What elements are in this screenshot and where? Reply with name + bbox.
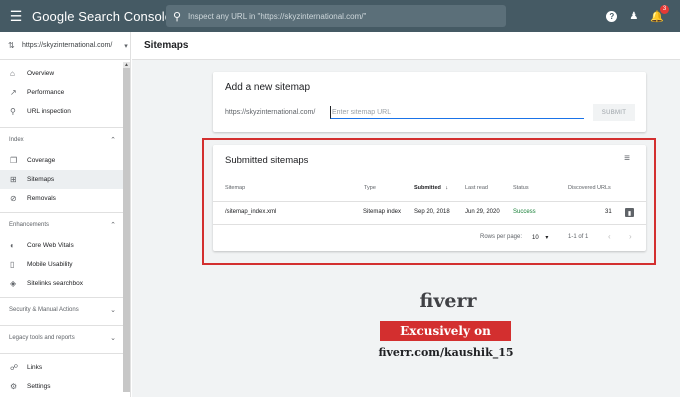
app-title[interactable]: Google Search Console <box>32 9 172 24</box>
sidebar-item-mobile-usability[interactable]: ▯ Mobile Usability <box>0 255 130 274</box>
sidebar-item-label: Performance <box>27 89 65 96</box>
sidebar-item-label: Settings <box>27 383 51 390</box>
coverage-icon: ❐ <box>10 156 18 165</box>
property-url: https://skyzinternational.com/ <box>22 42 113 49</box>
sidebar-item-core-web-vitals[interactable]: ◐ Core Web Vitals <box>0 236 130 255</box>
manage-users-icon[interactable]: ♟ <box>629 11 638 22</box>
links-icon: ☍ <box>10 363 19 372</box>
section-legacy[interactable]: Legacy tools and reports ⌄ <box>0 325 130 349</box>
sidebar-item-performance[interactable]: ↗ Performance <box>0 83 130 102</box>
section-label: Index <box>9 136 24 143</box>
add-sitemap-title: Add a new sitemap <box>225 82 311 93</box>
url-inspection-search[interactable]: ⚲ <box>166 5 506 27</box>
page-title: Sitemaps <box>132 32 680 60</box>
sidebar-scrollbar[interactable] <box>123 62 130 392</box>
sidebar-item-label: Coverage <box>27 157 56 164</box>
notification-count-badge: 3 <box>660 4 669 14</box>
sidebar-item-label: Overview <box>27 70 55 77</box>
sidebar-item-removals[interactable]: ⊘ Removals <box>0 189 130 208</box>
section-label: Enhancements <box>9 221 50 228</box>
trend-icon: ↗ <box>10 88 17 97</box>
sidebar-item-label: Links <box>27 364 43 371</box>
chevron-down-icon: ⌄ <box>110 306 116 314</box>
section-label: Security & Manual Actions <box>9 306 79 313</box>
sidebar-item-label: Sitemaps <box>27 176 55 183</box>
sidebar-item-label: URL inspection <box>27 108 71 115</box>
sidebar: ⇅ https://skyzinternational.com/ ▾ ⌂ Ove… <box>0 32 131 397</box>
sidebar-item-overview[interactable]: ⌂ Overview <box>0 64 130 83</box>
chevron-up-icon: ⌃ <box>110 221 116 229</box>
section-index[interactable]: Index ⌃ <box>0 127 130 151</box>
sidebar-item-label: Core Web Vitals <box>27 242 74 249</box>
sidebar-item-label: Sitelinks searchbox <box>27 280 83 287</box>
section-security[interactable]: Security & Manual Actions ⌄ <box>0 297 130 321</box>
chevron-down-icon: ⌄ <box>110 334 116 342</box>
sidebar-item-url-inspection[interactable]: ⚲ URL inspection <box>0 102 130 121</box>
sitemap-url-input[interactable] <box>330 106 584 119</box>
add-sitemap-card: Add a new sitemap https://skyzinternatio… <box>213 72 646 132</box>
speed-icon: ◐ <box>10 241 15 250</box>
search-input[interactable] <box>188 11 488 21</box>
sidebar-item-links[interactable]: ☍ Links <box>0 358 130 377</box>
primary-nav: ⌂ Overview ↗ Performance ⚲ URL inspectio… <box>0 60 130 121</box>
sidebar-item-label: Removals <box>27 195 56 202</box>
property-selector[interactable]: ⇅ https://skyzinternational.com/ ▾ <box>0 32 130 60</box>
chevron-up-icon: ⌃ <box>110 136 116 144</box>
sidebar-item-label: Mobile Usability <box>27 261 73 268</box>
search-icon: ⚲ <box>172 10 182 23</box>
sitemap-url-prefix: https://skyzinternational.com/ <box>225 109 316 116</box>
section-enhancements[interactable]: Enhancements ⌃ <box>0 212 130 236</box>
sidebar-item-sitemaps[interactable]: ⊞ Sitemaps <box>0 170 130 189</box>
sidebar-item-coverage[interactable]: ❐ Coverage <box>0 151 130 170</box>
settings-icon: ⚙ <box>10 382 18 391</box>
fiverr-banner: Excusively on <box>380 321 511 341</box>
highlight-annotation-box <box>202 138 656 265</box>
fiverr-profile-url: fiverr.com/kaushik_15 <box>378 346 514 359</box>
home-icon: ⌂ <box>10 69 15 78</box>
layers-icon: ◈ <box>10 279 17 288</box>
sitemap-icon: ⊞ <box>10 175 17 184</box>
top-actions: ? ♟ 🔔 3 <box>606 0 669 32</box>
section-label: Legacy tools and reports <box>9 334 75 341</box>
removals-icon: ⊘ <box>10 194 17 203</box>
notifications-bell-icon[interactable]: 🔔 3 <box>650 4 669 23</box>
hamburger-icon[interactable]: ☰ <box>0 0 32 32</box>
sidebar-item-sitelinks-searchbox[interactable]: ◈ Sitelinks searchbox <box>0 274 130 293</box>
help-icon[interactable]: ? <box>606 10 618 22</box>
sidebar-item-settings[interactable]: ⚙ Settings <box>0 377 130 396</box>
phone-icon: ▯ <box>10 260 15 269</box>
search-icon: ⚲ <box>10 107 16 116</box>
fiverr-logo: fiverr <box>419 290 477 312</box>
submit-button[interactable]: SUBMIT <box>593 104 635 121</box>
scroll-up-arrow-icon[interactable]: ▲ <box>123 62 130 68</box>
property-icon: ⇅ <box>8 41 15 50</box>
top-app-bar: ☰ Google Search Console ⚲ ? ♟ 🔔 3 <box>0 0 680 32</box>
chevron-down-icon: ▾ <box>124 42 128 50</box>
